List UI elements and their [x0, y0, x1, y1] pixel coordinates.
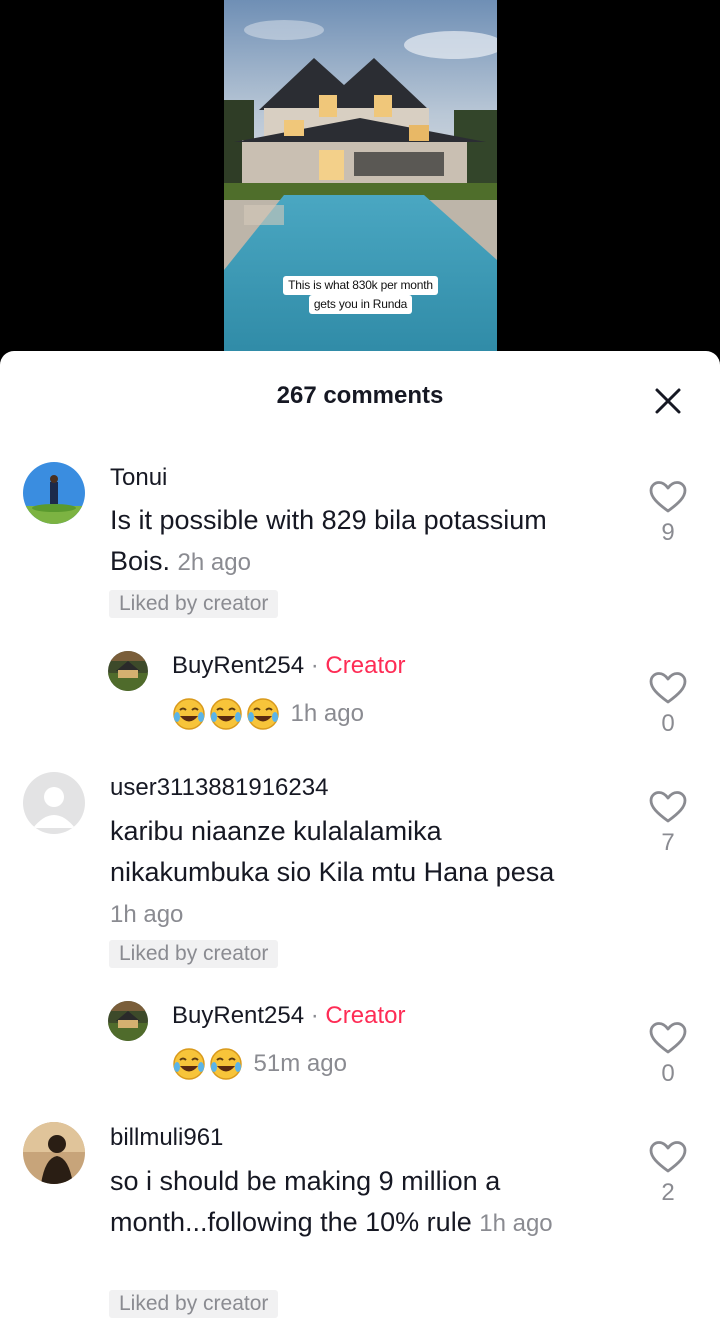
comment-item: user3113881916234 karibu niaanze kulalal… [0, 771, 720, 981]
reply-author-name[interactable]: BuyRent254 [172, 1002, 304, 1029]
reply-time: 51m ago [253, 1050, 347, 1077]
comment-item: billmuli961 so i should be making 9 mill… [0, 1121, 720, 1326]
reply-item: BuyRent254 · Creator 51m ago 0 [0, 1001, 720, 1091]
emoji-group [172, 1047, 254, 1080]
caption-line-2: gets you in Runda [308, 295, 413, 314]
comment-time: 1h ago [110, 901, 184, 928]
caption-line-1: This is what 830k per month [283, 276, 438, 295]
creator-label: Creator [325, 1002, 406, 1029]
avatar[interactable] [23, 772, 85, 834]
avatar[interactable] [108, 651, 148, 691]
reply-time: 1h ago [290, 700, 364, 727]
avatar[interactable] [108, 1001, 148, 1041]
like-count: 0 [661, 710, 675, 737]
tears-of-joy-emoji-icon [173, 698, 205, 730]
emoji-group [172, 697, 291, 730]
comment-username[interactable]: Tonui [110, 464, 167, 492]
reply-text: 51m ago [172, 1042, 662, 1084]
avatar-image [23, 462, 85, 524]
liked-by-creator-badge: Liked by creator [109, 590, 279, 618]
liked-by-creator-badge: Liked by creator [109, 1290, 279, 1318]
comment-username[interactable]: billmuli961 [110, 1124, 223, 1152]
like-button[interactable]: 9 [648, 480, 688, 547]
creator-label: Creator [325, 652, 406, 679]
avatar-image [108, 1001, 148, 1041]
avatar-image [108, 651, 148, 691]
comment-time: 1h ago [479, 1210, 553, 1237]
reply-item: BuyRent254 · Creator 1h ago 0 [0, 651, 720, 741]
like-count: 7 [661, 829, 675, 856]
heart-outline-icon [649, 1141, 687, 1173]
reply-text: 1h ago [172, 692, 662, 734]
video-preview-area: This is what 830k per month gets you in … [0, 0, 720, 360]
like-button[interactable]: 7 [648, 790, 688, 857]
reply-author-name[interactable]: BuyRent254 [172, 652, 304, 679]
heart-outline-icon [649, 1022, 687, 1054]
tears-of-joy-emoji-icon [173, 1048, 205, 1080]
default-avatar-icon [23, 772, 85, 834]
like-count: 2 [661, 1179, 675, 1206]
comment-text: Is it possible with 829 bila potassium B… [110, 500, 600, 583]
comment-text: so i should be making 9 million a month.… [110, 1161, 590, 1244]
comment-count-title: 267 comments [276, 382, 444, 409]
comment-time: 2h ago [177, 549, 251, 576]
like-count: 9 [661, 519, 675, 546]
comments-header: 267 comments [0, 351, 720, 447]
comment-body: so i should be making 9 million a month.… [110, 1166, 501, 1237]
reply-username: BuyRent254 · Creator [172, 652, 405, 680]
heart-outline-icon [649, 791, 687, 823]
close-icon [655, 388, 681, 414]
comment-text: karibu niaanze kulalalamika nikakumbuka … [110, 811, 580, 935]
tears-of-joy-emoji-icon [210, 1048, 242, 1080]
close-button[interactable] [654, 387, 682, 415]
like-button[interactable]: 2 [648, 1140, 688, 1207]
like-count: 0 [661, 1060, 675, 1087]
comment-item: Tonui Is it possible with 829 bila potas… [0, 462, 720, 632]
video-thumbnail[interactable]: This is what 830k per month gets you in … [224, 0, 497, 360]
tears-of-joy-emoji-icon [247, 698, 279, 730]
comment-username[interactable]: user3113881916234 [110, 774, 328, 802]
avatar[interactable] [23, 1122, 85, 1184]
heart-outline-icon [649, 481, 687, 513]
video-caption: This is what 830k per month gets you in … [224, 276, 497, 314]
comment-body: karibu niaanze kulalalamika nikakumbuka … [110, 816, 555, 887]
liked-by-creator-badge: Liked by creator [109, 940, 279, 968]
reply-username: BuyRent254 · Creator [172, 1002, 405, 1030]
like-button[interactable]: 0 [648, 1021, 688, 1088]
tears-of-joy-emoji-icon [210, 698, 242, 730]
creator-separator: · [304, 652, 326, 679]
heart-outline-icon [649, 672, 687, 704]
avatar-image [23, 1122, 85, 1184]
avatar[interactable] [23, 462, 85, 524]
comments-sheet: 267 comments Tonui Is it possible with 8… [0, 351, 720, 1326]
creator-separator: · [304, 1002, 326, 1029]
like-button[interactable]: 0 [648, 671, 688, 738]
comment-body: Is it possible with 829 bila potassium B… [110, 505, 547, 576]
